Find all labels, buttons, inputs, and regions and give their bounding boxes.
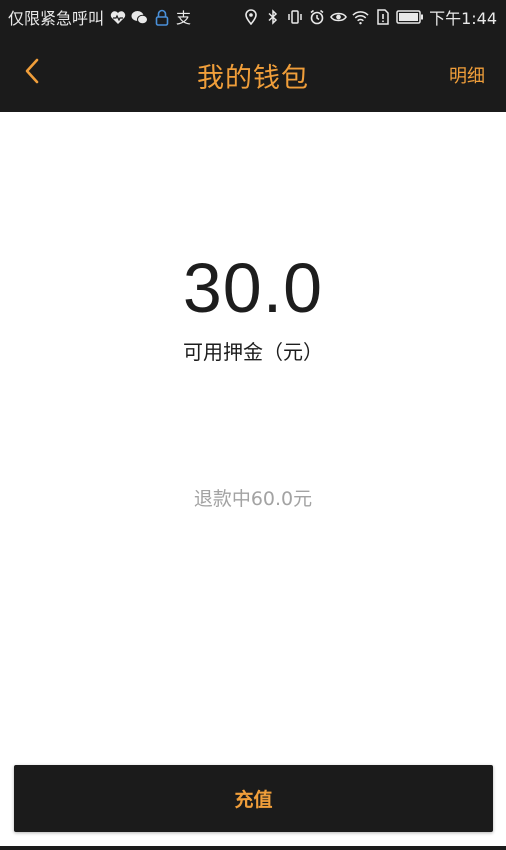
sim-icon — [374, 9, 391, 26]
page-title: 我的钱包 — [197, 63, 309, 94]
bluetooth-icon — [264, 9, 281, 26]
wechat-icon — [131, 9, 149, 26]
lock-icon — [153, 9, 170, 26]
balance-label: 可用押金（元） — [183, 340, 323, 364]
battery-icon — [396, 9, 424, 26]
status-bar-left: 仅限紧急呼叫 支 — [8, 5, 192, 29]
nav-bar: 我的钱包 明细 — [0, 34, 506, 112]
balance-amount: 30.0 — [182, 249, 324, 327]
location-icon — [242, 9, 259, 26]
alarm-icon — [308, 9, 325, 26]
detail-link[interactable]: 明细 — [449, 62, 485, 88]
wallet-content: 30.0 可用押金（元） 退款中60.0元 — [0, 112, 506, 850]
status-time: 下午1:44 — [429, 9, 497, 28]
wifi-icon — [352, 9, 369, 26]
alipay-icon: 支 — [176, 8, 192, 27]
status-bar-right: 下午1:44 — [242, 5, 497, 29]
vibrate-icon — [286, 9, 303, 26]
eye-icon — [330, 9, 347, 26]
heart-icon — [109, 9, 126, 26]
bottom-edge — [0, 846, 506, 850]
status-bar: 仅限紧急呼叫 支 下午1:44 — [0, 0, 506, 34]
recharge-button[interactable]: 充值 — [14, 765, 493, 832]
carrier-text: 仅限紧急呼叫 — [8, 9, 105, 28]
refund-status: 退款中60.0元 — [193, 488, 313, 510]
